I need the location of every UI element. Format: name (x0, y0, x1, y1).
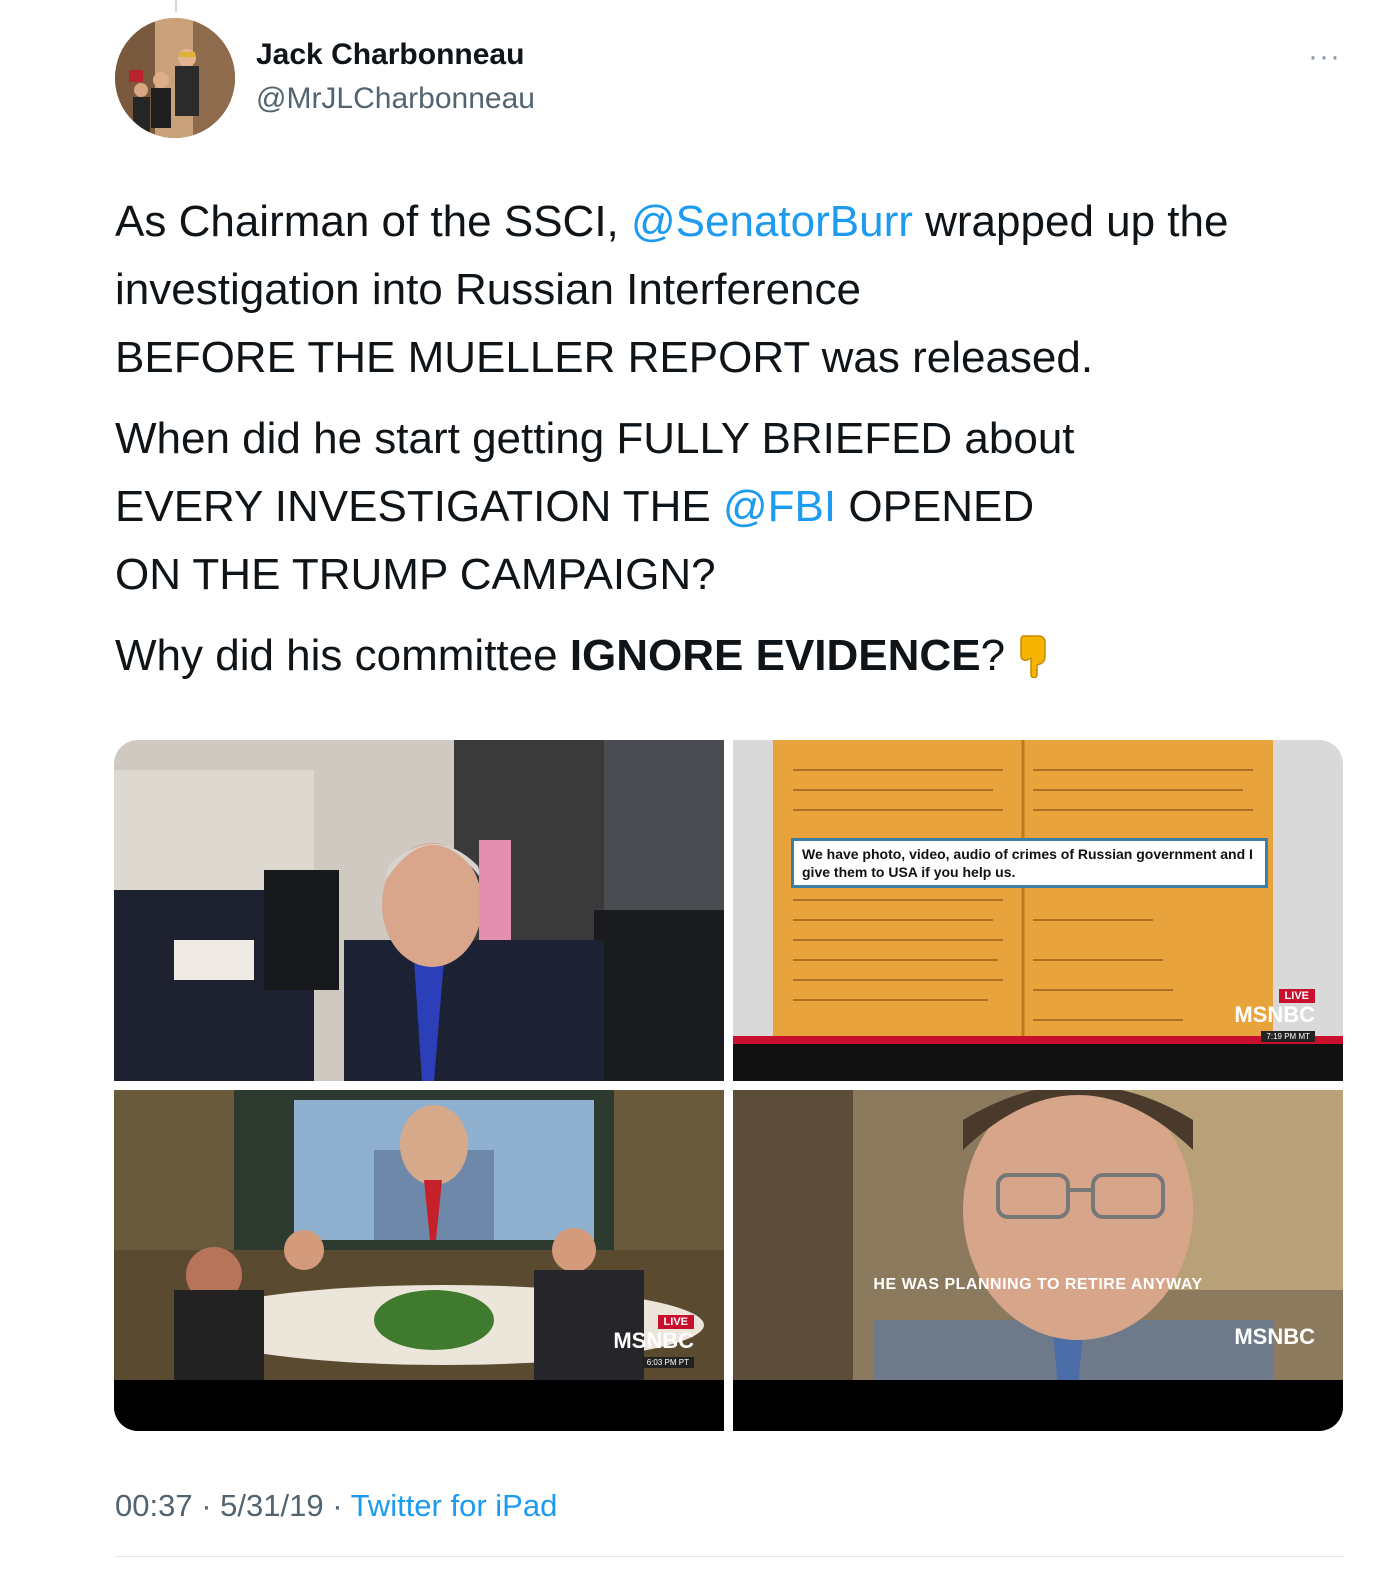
msnbc-logo: MSNBC (613, 1328, 694, 1353)
more-icon[interactable]: ··· (1308, 40, 1341, 74)
author-handle[interactable]: @MrJLCharbonneau (256, 82, 535, 116)
tweet-paragraph-3: Why did his committee IGNORE EVIDENCE? (115, 622, 1275, 698)
msnbc-bug: LIVE MSNBC 6:03 PM PT (613, 1312, 694, 1370)
mention-fbi[interactable]: @FBI (723, 482, 836, 531)
msnbc-bug: LIVE MSNBC 7:19 PM MT (1234, 986, 1315, 1044)
mention-senatorburr[interactable]: @SenatorBurr (631, 197, 913, 246)
meta-separator: · (323, 1488, 351, 1523)
live-badge: LIVE (657, 1315, 694, 1329)
tweet-text-segment: OPENED (836, 482, 1035, 531)
tweet-text-segment: investigation into Russian Interference (115, 265, 861, 314)
tweet-bold-text: IGNORE EVIDENCE (569, 631, 981, 680)
msnbc-bug: MSNBC (1234, 1326, 1315, 1348)
tweet-text-segment: ON THE TRUMP CAMPAIGN? (115, 550, 716, 599)
broadcast-time: 7:19 PM MT (1261, 1031, 1315, 1042)
tweet-text-segment: BEFORE THE MUELLER REPORT was released. (115, 333, 1094, 382)
interview-subtitle: HE WAS PLANNING TO RETIRE ANYWAY (873, 1276, 1203, 1293)
tweet-text-segment: Why did his committee (115, 631, 570, 680)
tweet-text-segment: When did he start getting FULLY BRIEFED … (115, 414, 1075, 463)
media-image-senator-hearing[interactable] (114, 740, 724, 1081)
avatar[interactable] (115, 18, 235, 138)
letter-caption: We have photo, video, audio of crimes of… (791, 838, 1268, 888)
msnbc-logo: MSNBC (1234, 1002, 1315, 1027)
tweet-paragraph-2: When did he start getting FULLY BRIEFED … (115, 405, 1275, 609)
tweet-date[interactable]: 5/31/19 (220, 1488, 323, 1523)
divider (115, 1556, 1345, 1557)
media-image-interview[interactable]: HE WAS PLANNING TO RETIRE ANYWAY MSNBC (733, 1090, 1343, 1431)
msnbc-logo: MSNBC (1234, 1324, 1315, 1349)
tweet-time[interactable]: 00:37 (115, 1488, 193, 1523)
tweet-source-link[interactable]: Twitter for iPad (351, 1488, 558, 1523)
tweet-paragraph-1: As Chairman of the SSCI, @SenatorBurr wr… (115, 188, 1275, 392)
tweet-text-segment: As Chairman of the SSCI, (115, 197, 631, 246)
meta-separator: · (192, 1488, 221, 1523)
thread-connector (175, 0, 177, 12)
broadcast-time: 6:03 PM PT (641, 1357, 694, 1368)
tweet-metadata: 00:37 · 5/31/19 · Twitter for iPad (115, 1488, 557, 1524)
live-badge: LIVE (1278, 989, 1315, 1003)
media-image-letter[interactable]: We have photo, video, audio of crimes of… (733, 740, 1343, 1081)
author-name[interactable]: Jack Charbonneau (256, 38, 524, 72)
tweet-text-segment: EVERY INVESTIGATION THE (115, 482, 724, 531)
media-image-meeting[interactable]: LIVE MSNBC 6:03 PM PT (114, 1090, 724, 1431)
tweet-text-segment: ? (980, 631, 1006, 680)
tweet-text: As Chairman of the SSCI, @SenatorBurr wr… (115, 188, 1275, 711)
media-grid: We have photo, video, audio of crimes of… (114, 740, 1343, 1431)
tweet-text-segment: wrapped up the (912, 197, 1229, 246)
pointing-down-emoji (1017, 630, 1051, 698)
